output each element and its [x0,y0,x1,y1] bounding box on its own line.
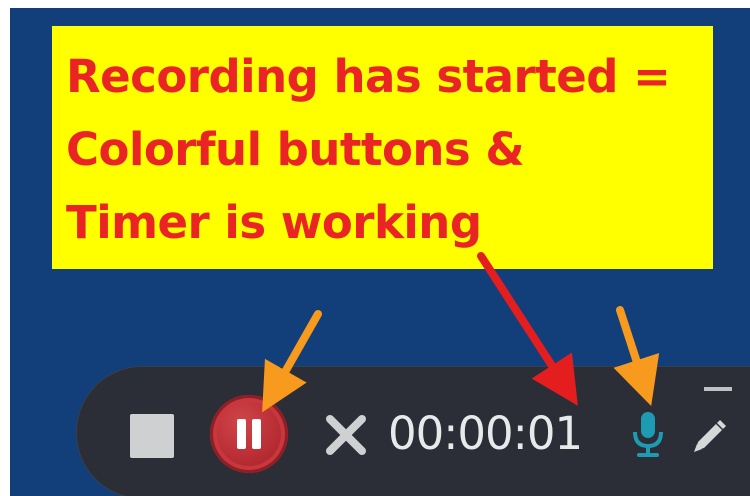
stop-button[interactable] [130,414,174,458]
microphone-icon [633,412,663,457]
cancel-button[interactable] [323,412,369,458]
pause-icon [237,419,246,449]
pause-icon-bar [252,419,261,449]
callout-line-2: Colorful buttons & [66,123,525,176]
annotation-callout: Recording has started = Colorful buttons… [52,26,713,269]
pause-button[interactable] [210,395,288,473]
callout-line-1: Recording has started = [66,50,671,103]
callout-line-3: Timer is working [66,196,482,249]
annotate-pen-button[interactable] [688,414,728,458]
microphone-button[interactable] [628,408,668,460]
screenshot-stage: Recording has started = Colorful buttons… [0,0,750,496]
pencil-icon [694,420,726,452]
close-icon [326,415,366,455]
minimize-button[interactable] [704,387,732,391]
recording-timer: 00:00:01 [388,407,583,460]
